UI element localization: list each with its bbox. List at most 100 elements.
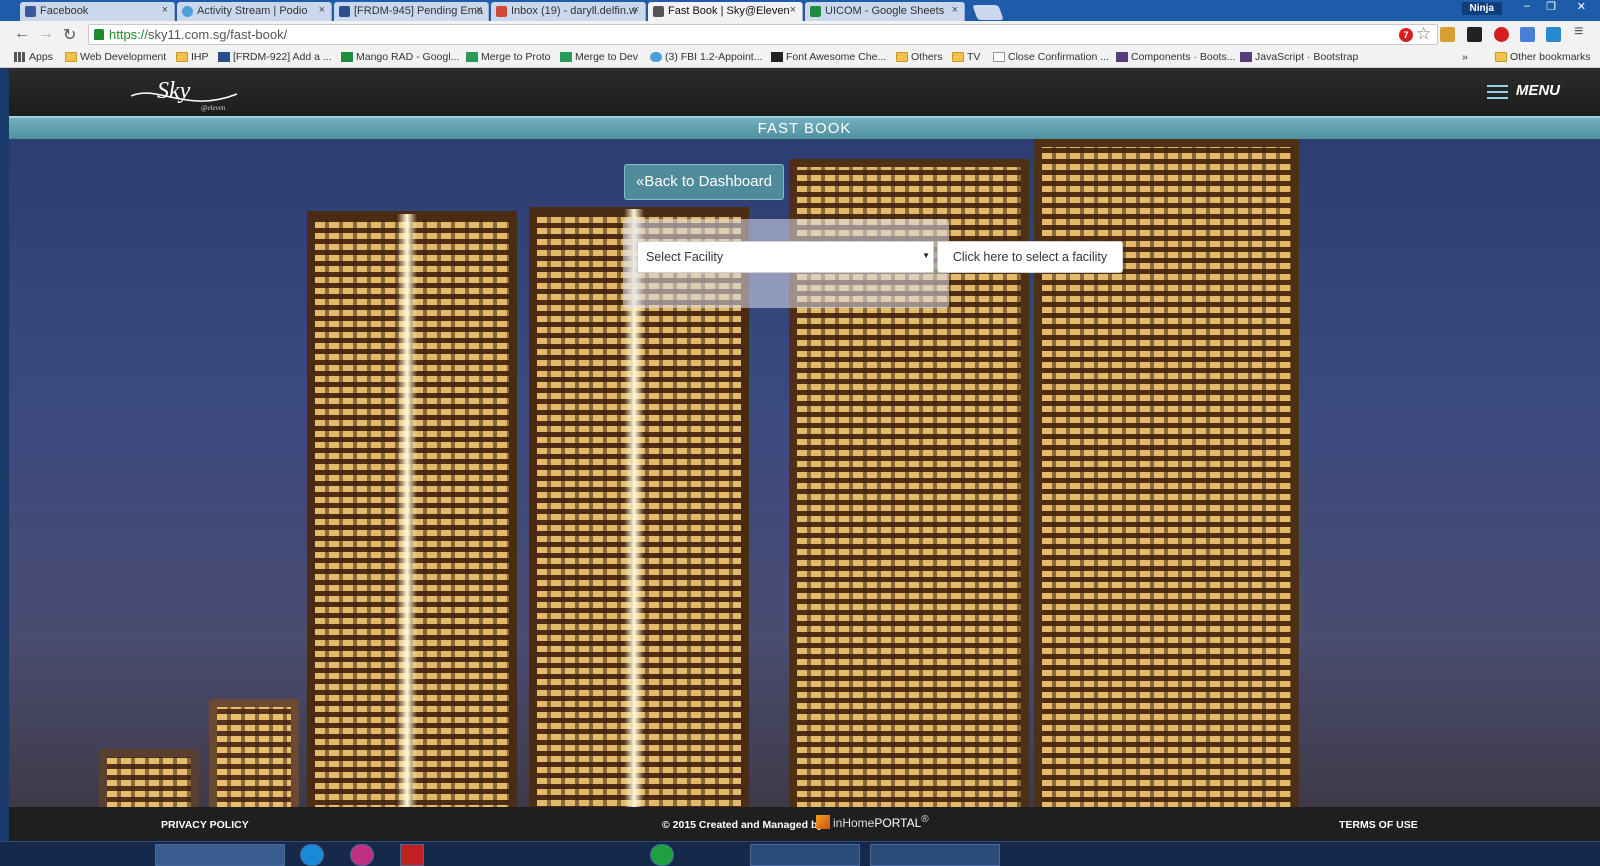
menu-button[interactable]: MENU <box>1486 82 1560 99</box>
close-icon[interactable]: × <box>476 4 482 16</box>
bookmark-item[interactable]: Font Awesome Che... <box>771 51 886 63</box>
page-icon <box>653 6 664 17</box>
jira-icon <box>339 6 350 17</box>
os-taskbar <box>0 841 1600 866</box>
bookmark-folder[interactable]: Others <box>896 51 943 63</box>
bookmark-item[interactable]: Mango RAD - Googl... <box>341 51 459 63</box>
tab-google-sheets[interactable]: UICOM - Google Sheets × <box>805 2 965 21</box>
sheets-icon <box>341 52 353 62</box>
web-page: Sky @eleven MENU FAST BOOK «Back to Dash… <box>9 68 1600 866</box>
taskbar-app-icon[interactable] <box>350 844 374 866</box>
chrome-menu-icon[interactable]: ≡ <box>1574 23 1583 41</box>
podio-icon <box>182 6 193 17</box>
more-bookmarks-button[interactable]: » <box>1462 51 1468 63</box>
new-tab-button[interactable] <box>972 5 1004 20</box>
taskbar-item[interactable] <box>155 844 285 866</box>
building-low <box>99 749 199 807</box>
bookmark-item[interactable]: Components · Boots... <box>1116 51 1235 63</box>
tab-gmail-inbox[interactable]: Inbox (19) - daryll.delfin.w × <box>491 2 646 21</box>
tab-facebook[interactable]: Facebook × <box>20 2 175 21</box>
taskbar-item[interactable] <box>870 844 1000 866</box>
podio-icon <box>650 52 662 62</box>
taskbar-app-icon[interactable] <box>400 844 424 866</box>
url-scheme: https:// <box>109 27 149 42</box>
page-icon <box>993 52 1005 62</box>
site-header: Sky @eleven MENU <box>9 68 1600 116</box>
folder-icon <box>952 52 964 62</box>
other-bookmarks[interactable]: Other bookmarks <box>1495 51 1591 63</box>
cube-icon <box>816 815 830 829</box>
bookmark-item[interactable]: [FRDM-922] Add a ... <box>218 51 332 63</box>
leaf-icon <box>466 52 478 62</box>
folder-icon <box>1495 52 1507 62</box>
hamburger-icon <box>1486 81 1508 103</box>
leaf-icon <box>560 52 572 62</box>
translate-icon[interactable] <box>1520 27 1535 42</box>
folder-icon <box>176 52 188 62</box>
bookmark-folder[interactable]: IHP <box>176 51 209 63</box>
sheets-icon <box>810 6 821 17</box>
bookmark-folder[interactable]: Web Development <box>65 51 166 63</box>
bookmark-item[interactable]: (3) FBI 1.2-Appoint... <box>650 51 762 63</box>
close-icon[interactable]: × <box>162 4 168 16</box>
extension-icon[interactable] <box>1546 27 1561 42</box>
bookmark-folder[interactable]: TV <box>952 51 980 63</box>
jira-icon <box>218 52 230 62</box>
profile-badge[interactable]: Ninja <box>1461 2 1502 15</box>
notification-badge[interactable]: 7 <box>1399 28 1413 42</box>
adblock-icon[interactable] <box>1494 27 1509 42</box>
close-icon[interactable]: × <box>790 4 796 16</box>
window-close-icon[interactable]: ✕ <box>1577 0 1586 13</box>
minimize-icon[interactable]: – <box>1524 0 1530 12</box>
bookmark-apps[interactable]: Apps <box>14 51 53 63</box>
terms-of-use-link[interactable]: TERMS OF USE <box>1339 819 1418 831</box>
address-bar[interactable]: https://sky11.com.sg/fast-book/ <box>88 24 1438 45</box>
apps-grid-icon <box>14 52 26 62</box>
close-icon[interactable]: × <box>633 4 639 16</box>
taskbar-item[interactable] <box>750 844 860 866</box>
bookmark-item[interactable]: JavaScript · Bootstrap <box>1240 51 1358 63</box>
building-low <box>209 699 299 807</box>
back-button-label: Back to Dashboard <box>644 173 772 190</box>
privacy-policy-link[interactable]: PRIVACY POLICY <box>161 819 249 831</box>
bookmark-item[interactable]: Close Confirmation ... <box>993 51 1109 63</box>
back-to-dashboard-button[interactable]: «Back to Dashboard <box>624 164 784 200</box>
tab-label: UICOM - Google Sheets <box>825 5 945 17</box>
bookmarks-bar: Apps Web Development IHP [FRDM-922] Add … <box>0 48 1600 68</box>
bookmark-item[interactable]: Merge to Proto <box>466 51 550 63</box>
back-arrow-icon[interactable]: ← <box>14 25 30 43</box>
page-title: FAST BOOK <box>9 116 1600 139</box>
close-icon[interactable]: × <box>319 4 325 16</box>
select-facility-button[interactable]: Click here to select a facility <box>937 241 1123 273</box>
incognito-icon[interactable] <box>1467 27 1482 42</box>
tab-label: Fast Book | Sky@Eleven <box>668 5 790 17</box>
url-path: sky11.com.sg/fast-book/ <box>148 27 288 42</box>
font-awesome-icon <box>771 52 783 62</box>
folder-icon <box>896 52 908 62</box>
facility-select-value: Select Facility <box>646 250 724 264</box>
tab-fast-book[interactable]: Fast Book | Sky@Eleven × <box>648 2 803 21</box>
forward-arrow-icon[interactable]: → <box>38 25 54 43</box>
close-icon[interactable]: × <box>952 4 958 16</box>
tab-label: Inbox (19) - daryll.delfin.w <box>511 5 637 17</box>
tab-frdm-945[interactable]: [FRDM-945] Pending Ema × <box>334 2 489 21</box>
bookmark-star-icon[interactable]: ☆ <box>1416 24 1431 44</box>
tab-label: Activity Stream | Podio <box>197 5 308 17</box>
restore-icon[interactable]: ❐ <box>1546 0 1556 13</box>
sky-eleven-logo[interactable]: Sky @eleven <box>127 74 247 114</box>
bootstrap-icon <box>1240 52 1252 62</box>
taskbar-app-icon[interactable] <box>650 844 674 866</box>
bookmark-item[interactable]: Merge to Dev <box>560 51 638 63</box>
reload-icon[interactable]: ↻ <box>63 25 76 45</box>
inhome-portal-logo[interactable]: inHomePORTAL® <box>816 814 929 830</box>
facility-select[interactable]: Select Facility ▼ <box>637 241 934 273</box>
svg-text:@eleven: @eleven <box>201 104 226 112</box>
tab-label: [FRDM-945] Pending Ema <box>354 5 483 17</box>
taskbar-app-icon[interactable] <box>300 844 324 866</box>
facebook-icon <box>25 6 36 17</box>
light-strip <box>397 214 417 807</box>
gmail-icon <box>496 6 507 17</box>
tab-podio[interactable]: Activity Stream | Podio × <box>177 2 332 21</box>
lock-icon <box>94 29 104 40</box>
extension-icon[interactable] <box>1440 27 1455 42</box>
